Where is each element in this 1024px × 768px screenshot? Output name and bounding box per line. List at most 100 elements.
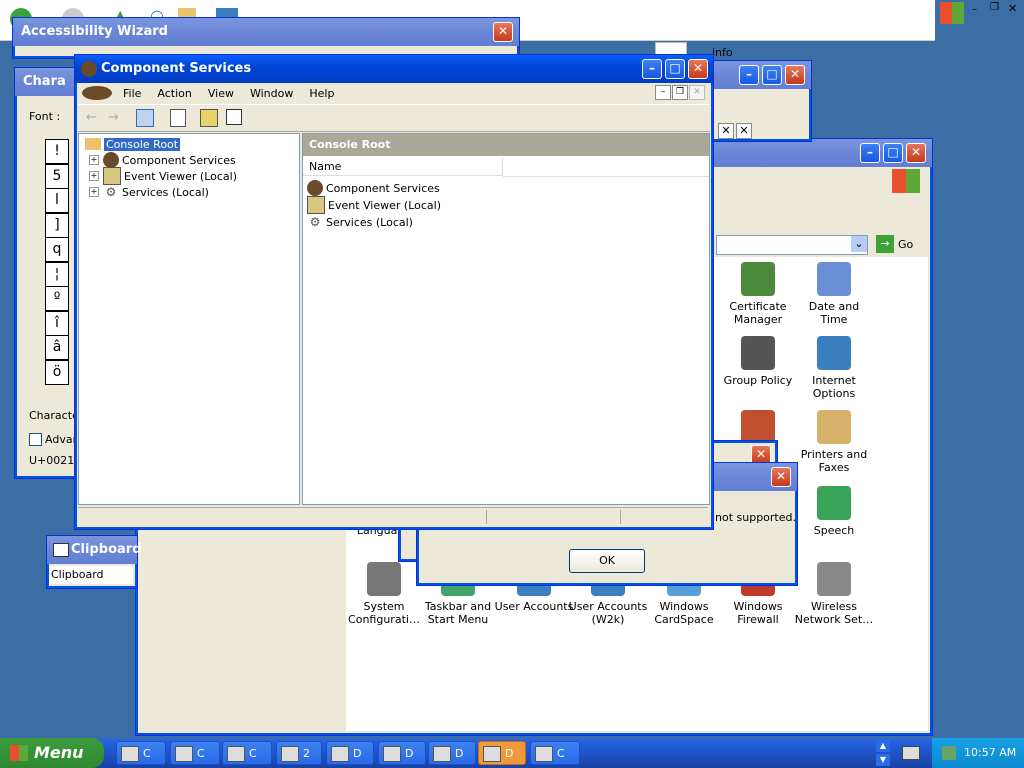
taskbar-task-button[interactable]: C <box>530 741 580 765</box>
tree-root[interactable]: Console Root <box>85 136 181 152</box>
list-item[interactable]: Component Services <box>307 180 440 196</box>
control-panel-max-button[interactable]: □ <box>883 143 903 163</box>
menu-file[interactable]: File <box>115 87 149 100</box>
component-services-max-button[interactable]: □ <box>665 59 685 79</box>
menu-help[interactable]: Help <box>301 87 342 100</box>
control-panel-item[interactable]: Date and Time <box>794 262 874 326</box>
message-dialog-text: not supported. <box>715 511 796 524</box>
char-cell[interactable]: º <box>45 286 69 311</box>
top-close-button[interactable]: ✕ <box>1008 2 1017 15</box>
folder-icon <box>85 138 101 150</box>
menu-view[interactable]: View <box>200 87 242 100</box>
address-dropdown-chevron-icon[interactable]: ⌄ <box>851 236 867 252</box>
go-icon[interactable]: → <box>876 235 894 253</box>
task-label: D <box>405 747 414 760</box>
taskbar-scroll-up[interactable]: ▲ <box>876 740 890 752</box>
control-panel-close-button[interactable]: ✕ <box>906 143 926 163</box>
start-button[interactable]: Menu <box>0 738 104 768</box>
taskbar-scroll-down[interactable]: ▼ <box>876 754 890 766</box>
char-cell[interactable]: ¦ <box>45 261 69 287</box>
bg-window-2-min-button[interactable]: – <box>739 65 759 85</box>
help-icon[interactable] <box>200 109 218 127</box>
component-services-min-button[interactable]: – <box>642 59 662 79</box>
list-item-label: Component Services <box>326 181 440 195</box>
column-header-extra[interactable] <box>503 158 709 177</box>
bg-window-2-close-button[interactable]: ✕ <box>785 65 805 85</box>
advanced-checkbox[interactable] <box>29 433 42 446</box>
mdi-min-button[interactable]: – <box>655 85 671 100</box>
taskbar-task-button[interactable]: 2 <box>276 741 322 765</box>
taskbar-task-button[interactable]: D <box>326 741 374 765</box>
forward-arrow-icon[interactable]: → <box>108 110 119 125</box>
tree-item-label: Component Services <box>122 153 236 167</box>
control-panel-item[interactable]: Certificate Manager <box>718 262 798 326</box>
tree-item-event-viewer[interactable]: + Event Viewer (Local) <box>89 167 237 185</box>
char-cell[interactable]: ] <box>45 212 69 238</box>
bg-window-2-max-button[interactable]: □ <box>762 65 782 85</box>
system-tray: 10:57 AM <box>932 738 1024 768</box>
go-button[interactable]: Go <box>898 238 913 251</box>
accessibility-wizard-close-button[interactable]: ✕ <box>493 22 513 42</box>
top-min-button[interactable]: – <box>972 4 977 15</box>
message-dialog-close-button[interactable]: ✕ <box>771 467 791 487</box>
char-cell[interactable]: â <box>45 335 69 360</box>
expand-icon[interactable]: + <box>89 187 99 197</box>
taskbar-task-button[interactable]: D <box>378 741 426 765</box>
clipboard-field[interactable]: Clipboard <box>49 566 133 584</box>
tray-app-icon[interactable] <box>942 746 956 760</box>
tree-item-component-services[interactable]: + Component Services <box>89 152 236 168</box>
control-panel-item-label: Internet Options <box>812 374 856 400</box>
menu-window[interactable]: Window <box>242 87 301 100</box>
control-panel-item-label: Printers and Faxes <box>800 448 868 474</box>
control-panel-item-icon <box>817 262 851 296</box>
char-cell[interactable]: q <box>45 237 69 262</box>
action-pane-icon[interactable] <box>226 109 242 125</box>
control-panel-item[interactable]: Internet Options <box>794 336 874 400</box>
show-hide-tree-icon[interactable] <box>136 109 154 127</box>
export-list-icon[interactable] <box>170 109 186 127</box>
address-dropdown[interactable] <box>716 235 868 255</box>
taskbar-task-button[interactable]: C <box>222 741 272 765</box>
task-label: C <box>143 747 151 760</box>
expand-icon[interactable]: + <box>89 171 99 181</box>
top-restore-button[interactable]: ❐ <box>990 2 999 13</box>
control-panel-item[interactable]: Speech <box>794 486 874 537</box>
expand-icon[interactable]: + <box>89 155 99 165</box>
control-panel-item[interactable]: Wireless Network Set… <box>794 562 874 626</box>
bg-window-2-subclose-1[interactable]: ✕ <box>718 123 734 139</box>
control-panel-item-icon <box>367 562 401 596</box>
bg-window-2-subclose-2[interactable]: ✕ <box>736 123 752 139</box>
menu-action[interactable]: Action <box>149 87 199 100</box>
char-cell[interactable]: ö <box>45 359 69 385</box>
mdi-restore-button[interactable]: ❐ <box>672 85 688 100</box>
char-cell[interactable]: 5 <box>45 163 69 189</box>
taskbar-task-button[interactable]: D <box>478 741 526 765</box>
list-pane-header: Console Root <box>303 134 709 156</box>
back-arrow-icon[interactable]: ← <box>86 110 97 125</box>
component-services-close-button[interactable]: ✕ <box>688 59 708 79</box>
control-panel-item[interactable]: Group Policy <box>718 336 798 387</box>
keyboard-icon[interactable] <box>902 746 920 760</box>
control-panel-item[interactable]: Printers and Faxes <box>794 410 874 474</box>
control-panel-item-label: Speech <box>813 524 855 537</box>
column-header-name[interactable]: Name <box>303 158 503 176</box>
clipboard-titlebar: Clipboard <box>47 536 141 564</box>
list-item[interactable]: ⚙ Services (Local) <box>307 214 413 230</box>
char-cell[interactable]: î <box>45 310 69 336</box>
clipboard-icon <box>53 543 69 557</box>
char-cell[interactable]: ! <box>45 139 69 164</box>
list-item[interactable]: Event Viewer (Local) <box>307 196 441 214</box>
taskbar-task-button[interactable]: C <box>170 741 220 765</box>
console-icon <box>82 86 112 100</box>
char-cell[interactable]: l <box>45 188 69 213</box>
control-panel-item[interactable]: System Configurati… <box>344 562 424 626</box>
tree-item-services[interactable]: + ⚙ Services (Local) <box>89 184 209 200</box>
ok-button[interactable]: OK <box>569 549 645 573</box>
tree-item-label: Services (Local) <box>122 185 209 199</box>
taskbar-task-button[interactable]: C <box>116 741 166 765</box>
clock[interactable]: 10:57 AM <box>964 746 1016 759</box>
char-code-status: U+0021: <box>29 454 78 467</box>
mdi-close-button[interactable]: ✕ <box>689 85 705 100</box>
taskbar-task-button[interactable]: D <box>428 741 476 765</box>
control-panel-min-button[interactable]: – <box>860 143 880 163</box>
